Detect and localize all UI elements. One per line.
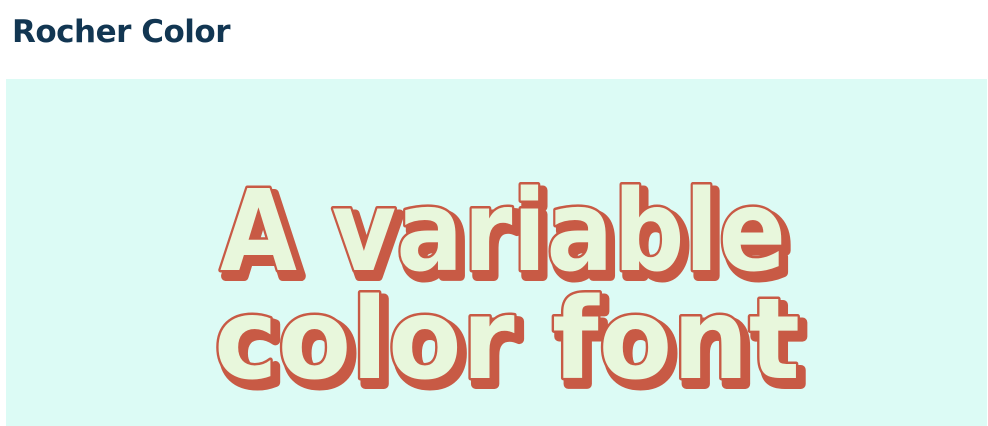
page-title: Rocher Color: [12, 14, 230, 50]
font-demo-panel: A variable A variable color font color f…: [6, 79, 987, 426]
demo-line-2: color font: [214, 275, 800, 405]
font-demo-artwork: A variable A variable color font color f…: [212, 165, 811, 417]
